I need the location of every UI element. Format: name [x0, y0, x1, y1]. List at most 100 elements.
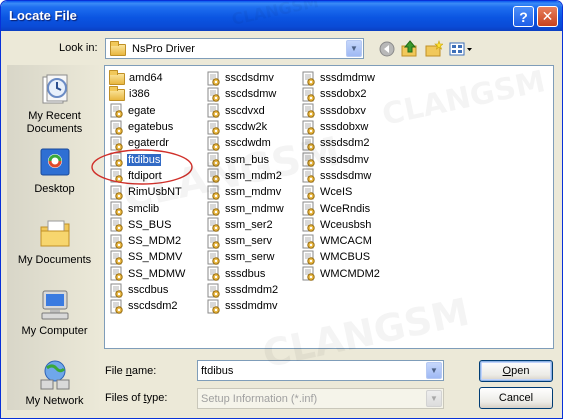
file-item[interactable]: sscdsdmv	[206, 70, 285, 86]
file-name-input[interactable]: ftdibus	[201, 365, 233, 377]
file-item[interactable]: sssdbus	[206, 266, 285, 282]
file-item[interactable]: sscdwdm	[206, 135, 285, 151]
file-item[interactable]: WMCACM	[301, 233, 381, 249]
file-item[interactable]: egatebus	[109, 119, 186, 135]
file-item[interactable]: SS_MDM2	[109, 233, 186, 249]
file-name-combo[interactable]: ftdibus ▼	[197, 360, 444, 381]
chevron-down-icon[interactable]: ▼	[346, 40, 362, 57]
file-item[interactable]: ssm_mdmv	[206, 184, 285, 200]
setup-information-file-icon	[302, 120, 315, 135]
file-item[interactable]: sscdvxd	[206, 103, 285, 119]
file-item[interactable]: sscdbus	[109, 282, 186, 298]
file-item[interactable]: ssm_ser2	[206, 217, 285, 233]
open-button[interactable]: Open	[479, 360, 553, 382]
file-item[interactable]: ssm_serw	[206, 249, 285, 265]
file-item[interactable]: smclib	[109, 200, 186, 216]
place-label: My Computer	[21, 325, 88, 337]
file-item[interactable]: sscdsdm2	[109, 298, 186, 314]
file-item[interactable]: ssm_serv	[206, 233, 285, 249]
file-item[interactable]: sssdobxw	[301, 119, 381, 135]
file-item[interactable]: i386	[109, 86, 186, 102]
file-item[interactable]: SS_MDMV	[109, 249, 186, 265]
file-item-name: WceRndis	[320, 202, 371, 215]
setup-information-file-icon	[302, 266, 315, 281]
setup-information-file-icon	[207, 103, 220, 118]
file-item[interactable]: Wceusbsh	[301, 217, 381, 233]
setup-information-file-icon	[207, 283, 220, 298]
file-item[interactable]: sssdsdmw	[301, 168, 381, 184]
file-item-name: sssdsdmw	[320, 169, 372, 182]
file-item[interactable]: amd64	[109, 70, 186, 86]
up-folder-icon	[401, 40, 417, 57]
setup-information-file-icon	[302, 103, 315, 118]
help-button[interactable]: ?	[513, 6, 534, 27]
file-item[interactable]: ssm_mdmw	[206, 200, 285, 216]
file-item[interactable]: WMCMDM2	[301, 266, 381, 282]
setup-information-file-icon	[302, 71, 315, 86]
new-folder-button[interactable]	[425, 40, 443, 58]
setup-information-file-icon	[110, 283, 123, 298]
place-my-network[interactable]: My Network	[7, 356, 102, 418]
place-my-recent-documents[interactable]: My Recent Documents	[7, 71, 102, 139]
look-in-combo[interactable]: NsPro Driver ▼	[105, 38, 364, 59]
file-item-name: ssm_bus	[225, 153, 270, 166]
file-list[interactable]: amd64 i386 egate egatebus egaterdr ftdibus ftd…	[91, 65, 554, 349]
setup-information-file-icon	[207, 87, 220, 102]
file-item-name: sscdsdmw	[225, 88, 277, 101]
window-title: Locate File	[9, 8, 77, 23]
file-item-name: SS_BUS	[128, 218, 172, 231]
file-item-name: WMCACM	[320, 235, 372, 248]
file-item[interactable]: sssdobx2	[301, 86, 381, 102]
file-item[interactable]: ssm_bus	[206, 151, 285, 167]
files-of-type-value: Setup Information (*.inf)	[201, 392, 318, 405]
file-item[interactable]: sssdmdmw	[301, 70, 381, 86]
folder-icon	[109, 86, 125, 102]
file-name-label: File name:	[105, 365, 157, 377]
file-item-name: sssdobxv	[320, 104, 366, 117]
file-item[interactable]: WMCBUS	[301, 249, 381, 265]
file-item[interactable]: egate	[109, 103, 186, 119]
file-item-name: sscdvxd	[225, 104, 265, 117]
file-item-name: smclib	[128, 202, 160, 215]
setup-information-file-icon	[302, 250, 315, 265]
up-folder-button[interactable]	[401, 40, 419, 58]
file-item[interactable]: sscdw2k	[206, 119, 285, 135]
file-item[interactable]: sssdmdm2	[206, 282, 285, 298]
file-item-name: SS_MDM2	[128, 235, 182, 248]
view-menu-icon	[449, 42, 472, 56]
file-item[interactable]: sssdsdmv	[301, 151, 381, 167]
setup-information-file-icon	[207, 152, 220, 167]
file-item[interactable]: sssdsdm2	[301, 135, 381, 151]
file-column-2: sscdsdmv sscdsdmw sscdvxd sscdw2k sscdwdm ssm…	[206, 70, 285, 314]
setup-information-file-icon	[110, 217, 123, 233]
title-bar[interactable]: Locate File ? ✕	[1, 1, 562, 31]
view-menu-button[interactable]	[449, 40, 475, 58]
files-of-type-label: Files of type:	[105, 392, 168, 404]
file-item[interactable]: WceRndis	[301, 200, 381, 216]
files-of-type-combo: Setup Information (*.inf) ▼	[197, 388, 444, 409]
file-item[interactable]: SS_MDMW	[109, 266, 186, 282]
place-my-computer[interactable]: My Computer	[7, 286, 102, 354]
cancel-button[interactable]: Cancel	[479, 387, 553, 409]
file-item[interactable]: sssdobxv	[301, 103, 381, 119]
file-item[interactable]: SS_BUS	[109, 217, 186, 233]
chevron-down-icon[interactable]: ▼	[426, 362, 442, 379]
setup-information-file-icon	[207, 168, 220, 184]
close-button[interactable]: ✕	[537, 6, 558, 27]
file-item-name: ssm_serv	[225, 235, 273, 248]
file-item-name: sssdmdmw	[320, 72, 376, 85]
my-documents-icon	[40, 220, 69, 247]
my-computer-icon	[41, 290, 68, 320]
place-my-documents[interactable]: My Documents	[7, 215, 102, 283]
look-in-label: Look in:	[59, 42, 98, 54]
file-item[interactable]: WceIS	[301, 184, 381, 200]
file-item-name: Wceusbsh	[320, 218, 372, 231]
setup-information-file-icon	[207, 120, 220, 135]
setup-information-file-icon	[207, 201, 220, 216]
setup-information-file-icon	[302, 136, 315, 151]
file-item[interactable]: ssm_mdm2	[206, 168, 285, 184]
setup-information-file-icon	[110, 234, 123, 249]
file-item[interactable]: sssdmdmv	[206, 298, 285, 314]
file-item[interactable]: sscdsdmw	[206, 86, 285, 102]
back-button[interactable]	[378, 40, 396, 58]
